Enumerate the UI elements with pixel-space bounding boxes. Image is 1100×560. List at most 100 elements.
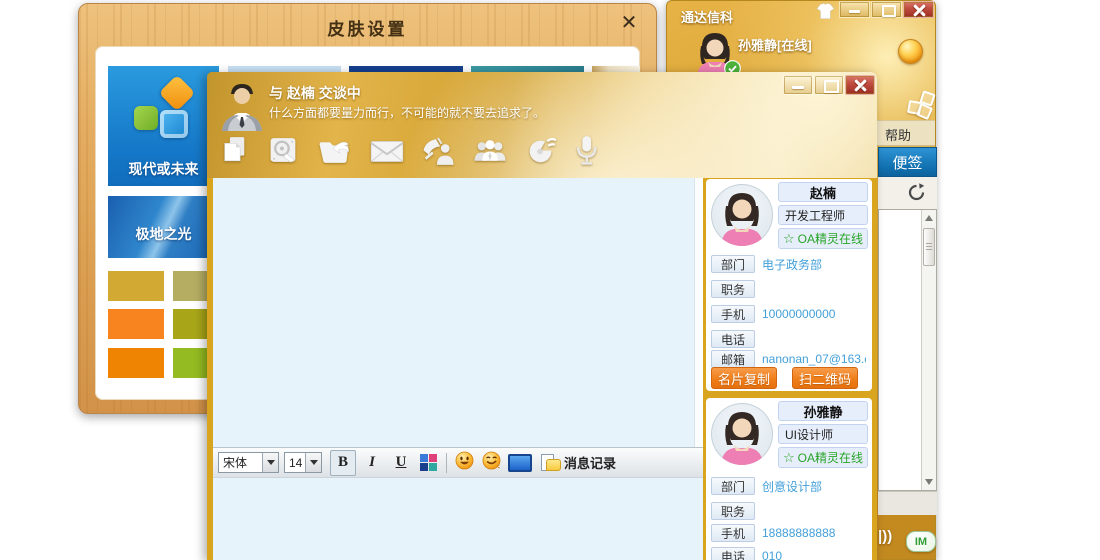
italic-button[interactable]: I bbox=[359, 450, 385, 476]
chat-window: 与 赵楠 交谈中 什么方面都要量力而行，不可能的就不要去追求了。 宋体 14 B… bbox=[207, 72, 877, 560]
menu-help[interactable]: 帮助 bbox=[885, 125, 911, 144]
field-label: 手机 bbox=[711, 305, 755, 323]
minimize-icon bbox=[792, 86, 804, 89]
scrollbar[interactable] bbox=[921, 210, 936, 490]
memo-panel bbox=[878, 209, 937, 491]
font-color-icon[interactable] bbox=[420, 454, 437, 471]
contact-name: 孙雅静 bbox=[778, 401, 868, 421]
field-label: 部门 bbox=[711, 255, 755, 273]
skin-label: 现代或未来 bbox=[128, 161, 199, 177]
mail-icon[interactable] bbox=[368, 135, 406, 172]
window-controls bbox=[782, 75, 875, 95]
refresh-icon[interactable] bbox=[907, 183, 926, 202]
peer-avatar[interactable] bbox=[219, 81, 265, 131]
im-icon[interactable]: IM bbox=[906, 531, 936, 552]
wink-emoji-icon[interactable] bbox=[482, 451, 501, 475]
shirt-skin-icon[interactable] bbox=[815, 2, 835, 19]
contact-job: UI设计师 bbox=[778, 424, 868, 444]
field-label: 邮箱 bbox=[711, 350, 755, 368]
field-row: 电话 010 bbox=[711, 547, 782, 560]
voice-icon[interactable] bbox=[572, 134, 602, 172]
bold-button[interactable]: B bbox=[330, 449, 356, 476]
memo-toolbar bbox=[878, 177, 937, 209]
color-swatch[interactable] bbox=[108, 309, 164, 339]
contact-avatar[interactable] bbox=[711, 403, 773, 465]
format-toolbar: 宋体 14 B I U 消息记录 bbox=[213, 447, 703, 478]
field-row: 邮箱 nanonan_07@163.com bbox=[711, 350, 866, 368]
minimize-button[interactable] bbox=[839, 1, 870, 18]
minimize-icon bbox=[849, 10, 860, 13]
field-value: 18888888888 bbox=[762, 526, 836, 540]
user-status: 孙雅静[在线] bbox=[738, 38, 812, 53]
remote-assist-icon[interactable] bbox=[419, 135, 457, 172]
contact-card: 赵楠 开发工程师 ☆ OA精灵在线 部门 电子政务部 职务 手机 1000000… bbox=[706, 179, 872, 391]
star-icon: ☆ bbox=[783, 230, 795, 246]
history-label[interactable]: 消息记录 bbox=[564, 453, 616, 472]
contact-job: 开发工程师 bbox=[778, 205, 868, 225]
star-icon: ☆ bbox=[783, 449, 795, 465]
drive-icon[interactable] bbox=[266, 135, 302, 172]
input-area[interactable] bbox=[213, 478, 703, 560]
skin-thumbnail-modern[interactable]: 现代或未来 bbox=[108, 66, 219, 186]
scan-qr-button[interactable]: 扫二维码 bbox=[792, 367, 858, 389]
message-scrollbar[interactable] bbox=[694, 178, 703, 447]
scroll-thumb[interactable] bbox=[923, 228, 935, 266]
copy-card-button[interactable]: 名片复制 bbox=[711, 367, 777, 389]
broadcast-icon[interactable] bbox=[523, 135, 559, 172]
field-value: 10000000000 bbox=[762, 307, 836, 321]
field-label: 职务 bbox=[711, 502, 755, 520]
scroll-down-icon[interactable] bbox=[925, 479, 933, 485]
field-row: 部门 电子政务部 bbox=[711, 255, 822, 273]
contact-status: ☆ OA精灵在线 bbox=[778, 447, 868, 468]
color-swatch[interactable] bbox=[108, 348, 164, 378]
skin-thumbnail-polar[interactable]: 极地之光 bbox=[108, 196, 219, 258]
chat-header: 与 赵楠 交谈中 什么方面都要量力而行，不可能的就不要去追求了。 bbox=[207, 72, 877, 178]
status-ball-icon[interactable] bbox=[898, 39, 923, 64]
contact-panel: 赵楠 开发工程师 ☆ OA精灵在线 部门 电子政务部 职务 手机 1000000… bbox=[704, 177, 874, 560]
field-value: 创意设计部 bbox=[762, 479, 823, 494]
scroll-up-icon[interactable] bbox=[925, 215, 933, 221]
field-row: 部门 创意设计部 bbox=[711, 477, 822, 495]
chat-toolbar bbox=[217, 134, 602, 172]
contact-status: ☆ OA精灵在线 bbox=[778, 228, 868, 249]
message-column: 宋体 14 B I U 消息记录 bbox=[213, 178, 703, 560]
maximize-button[interactable] bbox=[871, 1, 902, 18]
maximize-button[interactable] bbox=[814, 75, 844, 95]
app-grid-icon[interactable] bbox=[906, 90, 936, 121]
minimize-button[interactable] bbox=[783, 75, 813, 95]
skin-window-title: 皮肤设置 bbox=[327, 20, 408, 39]
close-button[interactable] bbox=[903, 1, 934, 18]
font-size-select[interactable]: 14 bbox=[284, 452, 322, 473]
contact-avatar[interactable] bbox=[711, 184, 773, 246]
color-swatch[interactable] bbox=[108, 271, 164, 301]
toolbar-divider bbox=[446, 452, 447, 473]
field-row: 手机 10000000000 bbox=[711, 305, 835, 323]
skin-label: 极地之光 bbox=[135, 226, 192, 242]
close-button[interactable] bbox=[845, 75, 875, 95]
chat-signature: 什么方面都要量力而行，不可能的就不要去追求了。 bbox=[269, 106, 546, 120]
user-avatar[interactable] bbox=[691, 29, 741, 77]
message-area[interactable] bbox=[213, 178, 703, 447]
sound-icon[interactable]: |)) bbox=[878, 528, 892, 545]
history-icon[interactable] bbox=[541, 454, 561, 471]
field-label: 手机 bbox=[711, 524, 755, 542]
close-icon bbox=[919, 10, 921, 12]
field-row: 职务 bbox=[711, 280, 762, 298]
tab-memo[interactable]: 便签 bbox=[878, 147, 937, 177]
screenshot-icon[interactable] bbox=[508, 453, 532, 472]
field-value: 010 bbox=[762, 549, 783, 560]
underline-button[interactable]: U bbox=[388, 450, 414, 476]
field-label: 电话 bbox=[711, 547, 755, 560]
copy-icon[interactable] bbox=[217, 135, 253, 172]
main-window-title: 通达信科 bbox=[681, 10, 734, 25]
field-row: 电话 bbox=[711, 330, 762, 348]
field-value: 电子政务部 bbox=[762, 257, 823, 272]
smile-emoji-icon[interactable] bbox=[455, 451, 474, 475]
maximize-icon bbox=[882, 5, 896, 17]
font-select[interactable]: 宋体 bbox=[218, 452, 279, 473]
field-label: 部门 bbox=[711, 477, 755, 495]
memo-footer bbox=[878, 491, 937, 515]
close-icon[interactable]: ✕ bbox=[617, 11, 641, 35]
folder-send-icon[interactable] bbox=[315, 135, 355, 172]
group-chat-icon[interactable] bbox=[470, 135, 510, 172]
